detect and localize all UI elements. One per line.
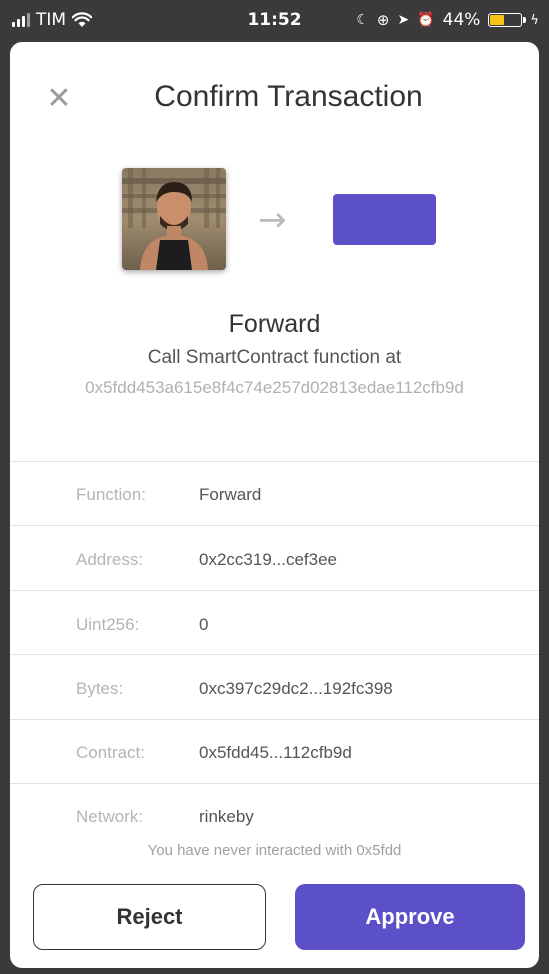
divider (10, 590, 539, 591)
approve-button-label: Approve (365, 904, 455, 929)
alarm-icon: ⏰ (417, 12, 435, 28)
divider (10, 654, 539, 655)
divider (10, 719, 539, 720)
modal-title: Confirm Transaction (154, 80, 423, 113)
detail-label-address: Address: (76, 550, 144, 569)
contract-placeholder (333, 194, 436, 245)
divider (10, 461, 539, 462)
battery-level (490, 15, 504, 25)
call-description: Call SmartContract function at (147, 347, 402, 368)
detail-value-uint256: 0 (199, 615, 209, 634)
charging-icon: ϟ (530, 12, 539, 28)
detail-value-function: Forward (199, 485, 262, 504)
detail-label-function: Function: (76, 485, 146, 504)
location-icon: ➤ (397, 12, 410, 28)
contract-address: 0x5fdd453a615e8f4c74e257d02813edae112cfb… (85, 378, 464, 397)
detail-label-uint256: Uint256: (76, 615, 140, 634)
detail-label-contract: Contract: (76, 743, 145, 762)
status-bar: TIM 11:52 ☾ ⊕ ➤ ⏰ 44% ϟ (0, 0, 549, 42)
divider (10, 525, 539, 526)
interaction-warning: You have never interacted with 0x5fdd (147, 842, 402, 859)
confirm-transaction-modal: ✕ Confirm Transaction → Forward Call Sma… (10, 42, 539, 968)
divider (10, 783, 539, 784)
function-name: Forward (228, 310, 321, 338)
detail-value-contract: 0x5fdd45...112cfb9d (199, 743, 352, 762)
detail-value-address: 0x2cc319...cef3ee (199, 550, 337, 569)
battery-icon (488, 13, 527, 27)
arrow-right-icon: → (258, 200, 287, 240)
detail-label-bytes: Bytes: (76, 679, 124, 698)
avatar (122, 168, 226, 270)
status-right: ☾ ⊕ ➤ ⏰ 44% ϟ (356, 10, 539, 30)
approve-button[interactable]: Approve (295, 884, 525, 950)
reject-button-label: Reject (116, 904, 183, 929)
rotation-lock-icon: ⊕ (376, 11, 390, 29)
avatar-photo (122, 168, 226, 270)
reject-button[interactable]: Reject (33, 884, 266, 950)
detail-label-network: Network: (76, 807, 144, 826)
battery-percent: 44% (442, 10, 481, 30)
moon-icon: ☾ (356, 12, 369, 28)
detail-value-network: rinkeby (199, 807, 254, 826)
detail-value-bytes: 0xc397c29dc2...192fc398 (199, 679, 393, 698)
